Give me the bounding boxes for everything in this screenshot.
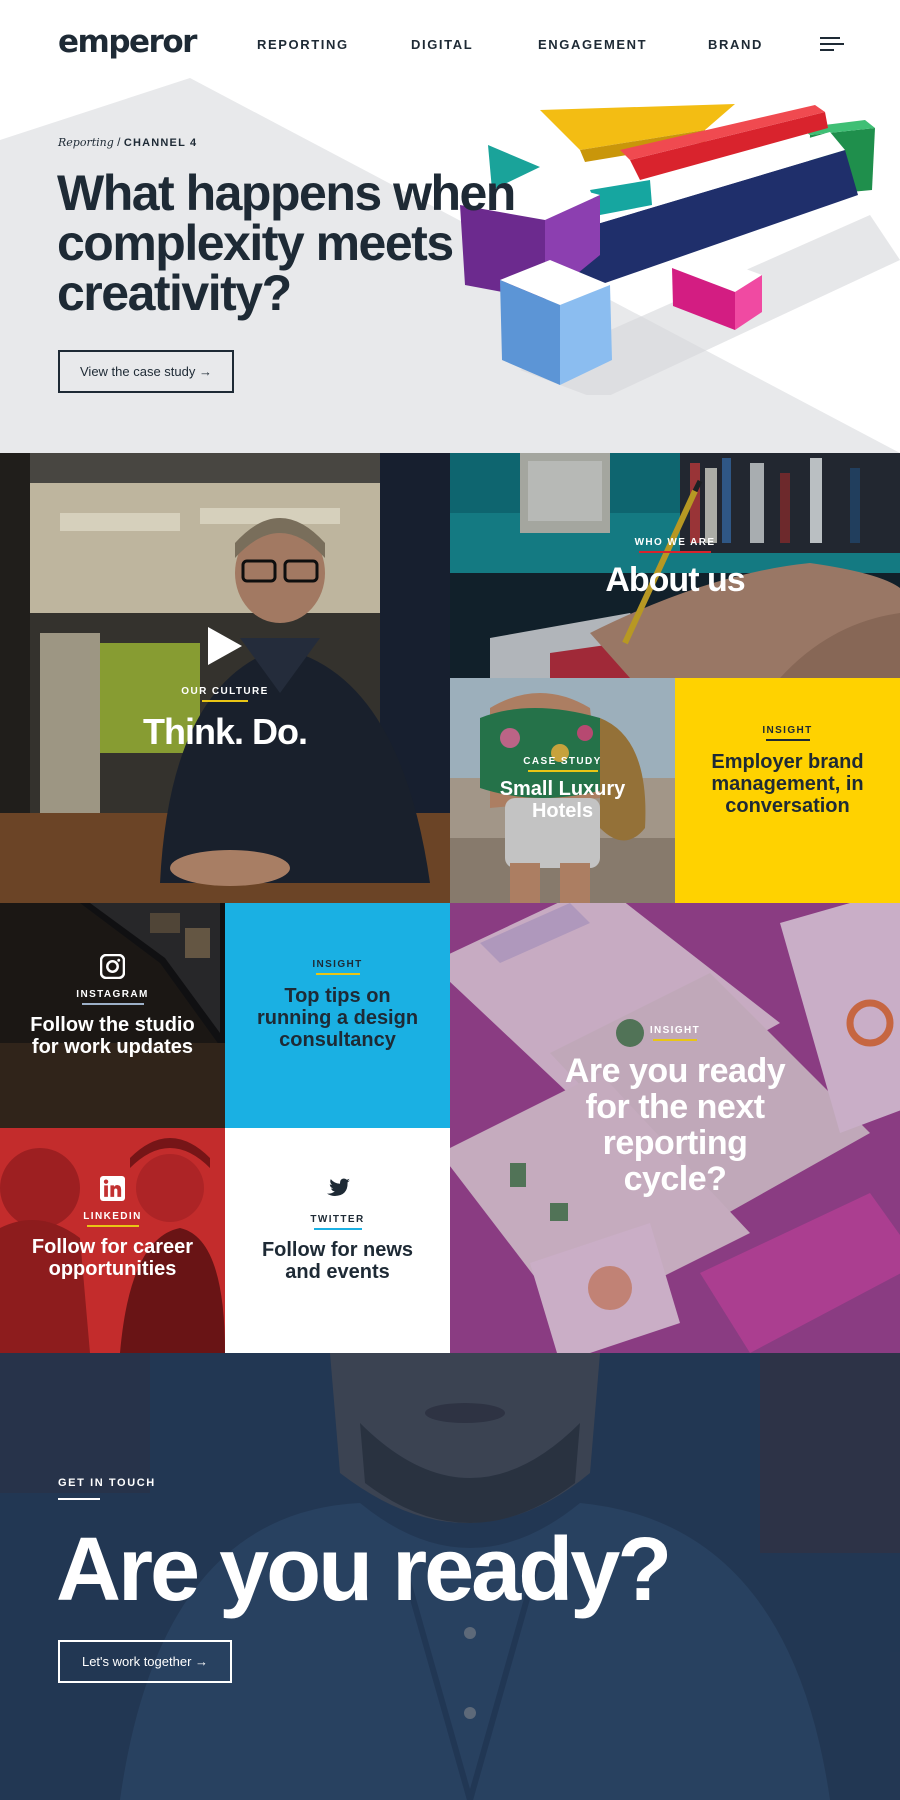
tile-about-us[interactable]: WHO WE ARE About us: [450, 453, 900, 678]
tile-label: OUR CULTURE: [0, 686, 450, 702]
tile-title: Follow for career opportunities: [31, 1236, 194, 1280]
tile-title: Employer brand management, in conversati…: [711, 751, 864, 817]
tile-label: INSTAGRAM: [0, 989, 225, 1005]
hero-title: What happens when complexity meets creat…: [57, 165, 516, 321]
tile-title: Top tips on running a design consultancy: [256, 985, 419, 1051]
cta-title: Are you ready?: [56, 1520, 672, 1620]
instagram-icon[interactable]: [100, 954, 125, 979]
tile-title: Are you ready for the next reporting cyc…: [564, 1052, 786, 1198]
breadcrumb-link-reporting[interactable]: Reporting: [58, 136, 114, 149]
tile-title: Small Luxury Hotels: [499, 778, 626, 822]
tile-twitter[interactable]: TWITTER Follow for news and events: [225, 1128, 450, 1353]
tile-title: Follow the studio for work updates: [30, 1014, 195, 1058]
tile-label: INSIGHT: [675, 725, 900, 741]
tile-reporting-cycle[interactable]: INSIGHT Are you ready for the next repor…: [450, 903, 900, 1353]
twitter-icon[interactable]: [326, 1178, 350, 1198]
site-header: emperor REPORTING DIGITAL ENGAGEMENT BRA…: [0, 0, 900, 90]
get-in-touch-section: GET IN TOUCH Are you ready? Let's work t…: [0, 1353, 900, 1800]
tile-label: CASE STUDY: [450, 756, 675, 772]
tile-title: Think. Do.: [143, 711, 308, 752]
nav-brand[interactable]: BRAND: [708, 37, 763, 52]
tile-title: About us: [605, 561, 745, 599]
cta-underline: [58, 1498, 100, 1500]
tile-employer-brand[interactable]: INSIGHT Employer brand management, in co…: [675, 678, 900, 903]
breadcrumb-separator: /: [117, 135, 121, 149]
lets-work-together-button[interactable]: Let's work together →: [58, 1640, 232, 1683]
tile-linkedin[interactable]: LINKEDIN Follow for career opportunities: [0, 1128, 225, 1353]
tile-label: INSIGHT: [450, 1025, 900, 1041]
tile-label: INSIGHT: [225, 959, 450, 975]
hamburger-menu-icon[interactable]: [820, 37, 844, 53]
tile-label: TWITTER: [225, 1214, 450, 1230]
view-case-study-button[interactable]: View the case study →: [58, 350, 234, 393]
nav-digital[interactable]: DIGITAL: [411, 37, 473, 52]
emperor-logo[interactable]: emperor: [58, 24, 197, 60]
tile-top-tips[interactable]: INSIGHT Top tips on running a design con…: [225, 903, 450, 1128]
play-icon[interactable]: [206, 625, 244, 667]
tile-label: WHO WE ARE: [450, 537, 900, 553]
breadcrumb-current: CHANNEL 4: [123, 137, 198, 149]
tile-instagram[interactable]: INSTAGRAM Follow the studio for work upd…: [0, 903, 225, 1128]
tile-title: Follow for news and events: [261, 1239, 414, 1283]
tile-small-luxury-hotels[interactable]: CASE STUDY Small Luxury Hotels: [450, 678, 675, 903]
tile-our-culture[interactable]: OUR CULTURE Think. Do.: [0, 453, 450, 903]
breadcrumb: Reporting / CHANNEL 4: [58, 135, 197, 149]
photo-overlay: [0, 453, 450, 903]
nav-engagement[interactable]: ENGAGEMENT: [538, 37, 647, 52]
tile-label: LINKEDIN: [0, 1211, 225, 1227]
nav-reporting[interactable]: REPORTING: [257, 37, 349, 52]
linkedin-icon[interactable]: [100, 1176, 125, 1201]
cta-label: GET IN TOUCH: [58, 1477, 156, 1489]
